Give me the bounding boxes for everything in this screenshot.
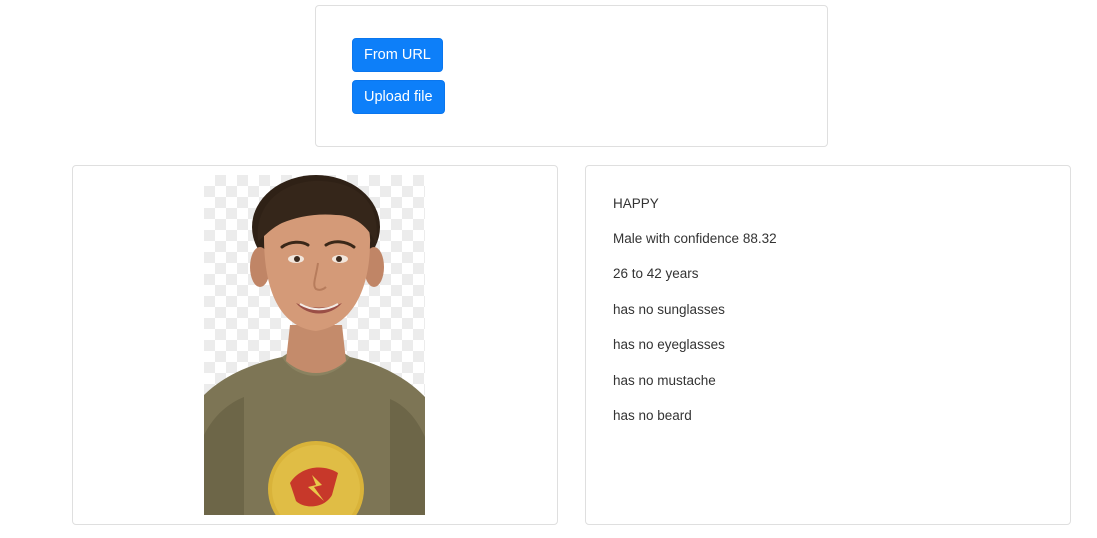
gender-text: Male with confidence 88.32 — [613, 231, 777, 246]
mustache-text: has no mustache — [613, 373, 716, 388]
photo-panel — [72, 165, 558, 525]
analyzed-photo — [204, 175, 425, 515]
image-source-panel: From URL Upload file — [315, 5, 828, 147]
age-range-text: 26 to 42 years — [613, 266, 699, 281]
from-url-button[interactable]: From URL — [352, 38, 443, 72]
sunglasses-text: has no sunglasses — [613, 302, 725, 317]
emotion-text: HAPPY — [613, 196, 659, 211]
eyeglasses-text: has no eyeglasses — [613, 337, 725, 352]
upload-file-button[interactable]: Upload file — [352, 80, 445, 114]
beard-text: has no beard — [613, 408, 692, 423]
analysis-results-panel: HAPPY Male with confidence 88.32 26 to 4… — [585, 165, 1071, 525]
